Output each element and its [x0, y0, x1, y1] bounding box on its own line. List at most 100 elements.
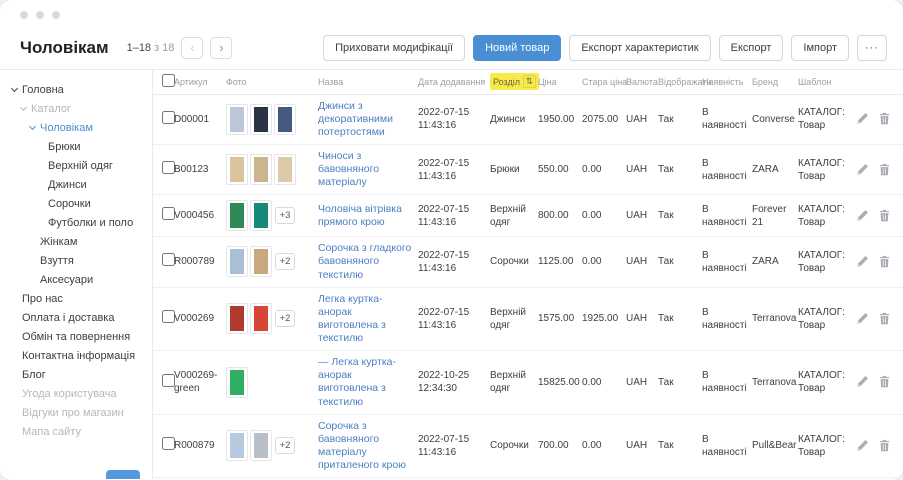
sidebar-item-0[interactable]: Головна [0, 80, 152, 99]
col-header-currency[interactable]: Валюта [623, 70, 655, 94]
availability-cell: В наявності [702, 158, 747, 182]
sidebar-item-label: Взуття [40, 255, 74, 267]
edit-icon[interactable] [856, 375, 870, 389]
sidebar-item-label: Каталог [31, 103, 71, 115]
article-cell: R000879 [174, 440, 215, 451]
sidebar-item-6[interactable]: Сорочки [0, 194, 152, 213]
delete-icon[interactable] [878, 312, 892, 326]
delete-icon[interactable] [878, 375, 892, 389]
next-page-button[interactable]: › [210, 37, 232, 59]
article-cell: V000456 [174, 210, 214, 221]
edit-icon[interactable] [856, 255, 870, 269]
sidebar-item-7[interactable]: Футболки и поло [0, 213, 152, 232]
edit-icon[interactable] [856, 112, 870, 126]
col-header-old-price[interactable]: Стара ціна [579, 70, 623, 94]
sidebar-item-9[interactable]: Взуття [0, 251, 152, 270]
chat-widget-button[interactable] [106, 470, 140, 479]
sidebar-item-1[interactable]: Каталог [0, 99, 152, 118]
col-header-section[interactable]: Розділ ⇅ [490, 73, 539, 90]
product-name-link[interactable]: Легка куртка-анорак виготовлена з тексти… [318, 293, 412, 346]
sidebar-item-11[interactable]: Про нас [0, 289, 152, 308]
delete-icon[interactable] [878, 163, 892, 177]
edit-icon[interactable] [856, 163, 870, 177]
col-header-price[interactable]: Ціна [535, 70, 579, 94]
table-row: V000269-green — Легка куртка-анорак виго… [153, 351, 903, 415]
export-button[interactable]: Експорт [719, 35, 784, 61]
sidebar-item-13[interactable]: Обмін та повернення [0, 327, 152, 346]
section-cell: Брюки [490, 164, 520, 175]
sidebar-item-label: Обмін та повернення [22, 331, 130, 343]
price-cell: 700.00 [538, 440, 569, 451]
more-photos-badge[interactable]: +2 [275, 310, 295, 327]
sidebar-item-10[interactable]: Аксесуари [0, 270, 152, 289]
display-cell: Так [658, 256, 674, 267]
currency-cell: UAH [626, 377, 647, 388]
product-photo [226, 303, 248, 334]
col-header-availability[interactable]: Наявність [699, 70, 749, 94]
export-characteristics-button[interactable]: Експорт характеристик [569, 35, 710, 61]
sort-icon[interactable]: ⇅ [523, 75, 536, 88]
more-actions-button[interactable]: ··· [857, 35, 887, 61]
product-name-link[interactable]: Сорочка з гладкого бавовняного текстилю [318, 242, 412, 281]
delete-icon[interactable] [878, 209, 892, 223]
currency-cell: UAH [626, 440, 647, 451]
availability-cell: В наявності [702, 107, 747, 131]
col-header-display[interactable]: Відображати [655, 70, 699, 94]
table-row: R000879 +2 Сорочка з бавовняного матеріа… [153, 414, 903, 478]
sidebar-item-12[interactable]: Оплата і доставка [0, 308, 152, 327]
sidebar-item-5[interactable]: Джинси [0, 175, 152, 194]
import-button[interactable]: Імпорт [791, 35, 849, 61]
sidebar-item-18[interactable]: Мапа сайту [0, 422, 152, 441]
new-product-button[interactable]: Новий товар [473, 35, 561, 61]
product-name-link[interactable]: Чоловіча вітрівка прямого крою [318, 203, 412, 229]
sidebar-item-14[interactable]: Контактна інформація [0, 346, 152, 365]
delete-icon[interactable] [878, 112, 892, 126]
template-cell: КАТАЛОГ: Товар [798, 250, 845, 274]
product-name-link[interactable]: — Легка куртка-анорак виготовлена з текс… [318, 356, 412, 409]
sidebar-item-16[interactable]: Угода користувача [0, 384, 152, 403]
table-row: D00001 Джинси з декоративними потертостя… [153, 94, 903, 144]
sidebar-item-3[interactable]: Брюки [0, 137, 152, 156]
sidebar-item-15[interactable]: Блог [0, 365, 152, 384]
sidebar-item-4[interactable]: Верхній одяг [0, 156, 152, 175]
prev-page-button[interactable]: ‹ [181, 37, 203, 59]
old-price-cell: 2075.00 [582, 114, 618, 125]
delete-icon[interactable] [878, 439, 892, 453]
price-cell: 1125.00 [538, 256, 573, 267]
sidebar-item-2[interactable]: Чоловікам [0, 118, 152, 137]
sidebar-item-label: Аксесуари [40, 274, 93, 286]
old-price-cell: 0.00 [582, 440, 601, 451]
product-photo [250, 303, 272, 334]
section-cell: Верхній одяг [490, 307, 526, 331]
template-cell: КАТАЛОГ: Товар [798, 434, 845, 458]
sidebar-item-label: Відгуки про магазин [22, 407, 124, 419]
col-header-date-added[interactable]: Дата додавання [415, 70, 487, 94]
more-photos-badge[interactable]: +2 [275, 253, 295, 270]
product-name-link[interactable]: Сорочка з бавовняного матеріалу притален… [318, 420, 412, 473]
product-name-link[interactable]: Чиноси з бавовняного матеріалу [318, 150, 412, 189]
edit-icon[interactable] [856, 439, 870, 453]
col-header-article[interactable]: Артикул [171, 70, 223, 94]
col-header-name[interactable]: Назва [315, 70, 415, 94]
edit-icon[interactable] [856, 312, 870, 326]
sidebar-item-17[interactable]: Відгуки про магазин [0, 403, 152, 422]
more-photos-badge[interactable]: +2 [275, 437, 295, 454]
col-header-brand[interactable]: Бренд [749, 70, 795, 94]
edit-icon[interactable] [856, 209, 870, 223]
sidebar-item-8[interactable]: Жінкам [0, 232, 152, 251]
window-control-dot[interactable] [52, 11, 60, 19]
display-cell: Так [658, 440, 674, 451]
sidebar-item-label: Сорочки [48, 198, 91, 210]
display-cell: Так [658, 377, 674, 388]
window-control-dot[interactable] [36, 11, 44, 19]
sidebar-item-label: Жінкам [40, 236, 77, 248]
product-photo [250, 154, 272, 185]
hide-modifications-button[interactable]: Приховати модифікації [323, 35, 465, 61]
delete-icon[interactable] [878, 255, 892, 269]
window-control-dot[interactable] [20, 11, 28, 19]
product-name-link[interactable]: Джинси з декоративними потертостями [318, 100, 412, 139]
col-header-template[interactable]: Шаблон [795, 70, 848, 94]
more-photos-badge[interactable]: +3 [275, 207, 295, 224]
col-header-photo: Фото [223, 70, 315, 94]
product-photos [226, 154, 312, 185]
